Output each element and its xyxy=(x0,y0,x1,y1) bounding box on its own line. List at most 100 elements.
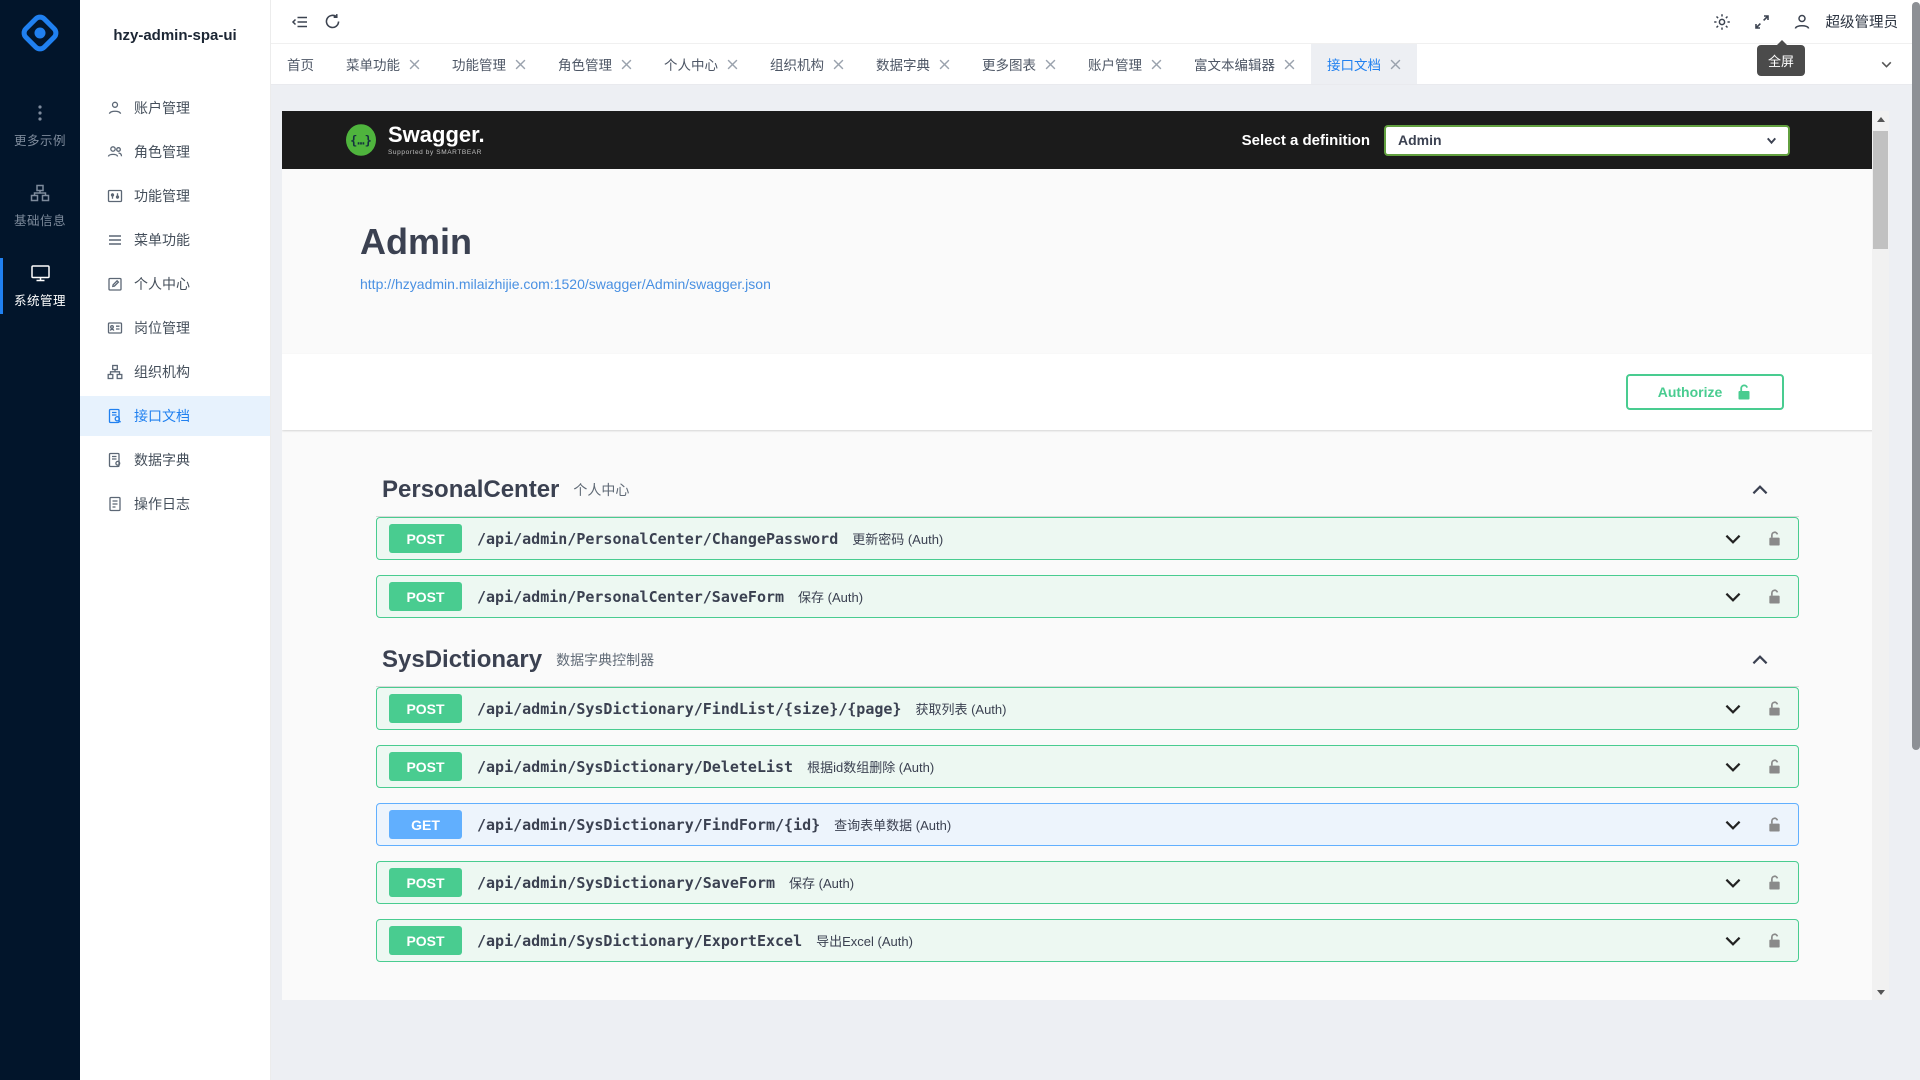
tab-close-icon[interactable] xyxy=(409,59,420,70)
swagger-scrollbar[interactable] xyxy=(1872,111,1889,1000)
tab[interactable]: 功能管理 xyxy=(436,44,542,84)
scroll-down-arrow-icon[interactable] xyxy=(1872,984,1889,1000)
api-tag-header[interactable]: PersonalCenter个人中心 xyxy=(376,476,1799,517)
tab[interactable]: 首页 xyxy=(271,44,330,84)
settings-icon[interactable] xyxy=(1706,6,1738,38)
fullscreen-tooltip: 全屏 xyxy=(1757,45,1805,76)
current-user-name[interactable]: 超级管理员 xyxy=(1826,11,1899,32)
tab[interactable]: 角色管理 xyxy=(542,44,648,84)
sidebar-item[interactable]: 数据字典 xyxy=(80,440,270,480)
endpoint-row[interactable]: POST/api/admin/PersonalCenter/SaveForm保存… xyxy=(376,575,1799,618)
user-icon[interactable] xyxy=(1786,6,1818,38)
tab-close-icon[interactable] xyxy=(833,59,844,70)
endpoint-summary: 根据id数组删除 (Auth) xyxy=(807,757,934,776)
collapse-section-icon[interactable] xyxy=(1749,479,1771,501)
rail-item-label: 基础信息 xyxy=(14,210,66,229)
tab-close-icon[interactable] xyxy=(1151,59,1162,70)
endpoint-row[interactable]: POST/api/admin/SysDictionary/FindList/{s… xyxy=(376,687,1799,730)
tab[interactable]: 账户管理 xyxy=(1072,44,1178,84)
sidebar-item[interactable]: 接口文档 xyxy=(80,396,270,436)
sidebar-item[interactable]: 菜单功能 xyxy=(80,220,270,260)
endpoint-path: /api/admin/PersonalCenter/SaveForm xyxy=(477,588,784,606)
rail-item[interactable]: 基础信息 xyxy=(0,166,80,246)
scroll-up-arrow-icon[interactable] xyxy=(1872,111,1889,127)
tag-name: PersonalCenter xyxy=(382,476,559,504)
sidebar-item-label: 岗位管理 xyxy=(134,318,190,338)
expand-endpoint-icon[interactable] xyxy=(1722,756,1744,778)
expand-endpoint-icon[interactable] xyxy=(1722,930,1744,952)
auth-lock-icon[interactable] xyxy=(1767,588,1782,605)
http-method-badge: POST xyxy=(389,694,462,723)
tab[interactable]: 数据字典 xyxy=(860,44,966,84)
expand-endpoint-icon[interactable] xyxy=(1722,528,1744,550)
expand-endpoint-icon[interactable] xyxy=(1722,814,1744,836)
auth-lock-icon[interactable] xyxy=(1767,932,1782,949)
sidebar-item[interactable]: 岗位管理 xyxy=(80,308,270,348)
endpoint-summary: 更新密码 (Auth) xyxy=(852,529,943,548)
chevron-down-icon xyxy=(1765,134,1778,147)
definition-select[interactable]: Admin xyxy=(1384,125,1790,156)
tab-label: 功能管理 xyxy=(452,54,506,74)
app-logo[interactable] xyxy=(0,0,80,66)
tab-close-icon[interactable] xyxy=(515,59,526,70)
tab-close-icon[interactable] xyxy=(939,59,950,70)
endpoint-row[interactable]: POST/api/admin/PersonalCenter/ChangePass… xyxy=(376,517,1799,560)
tab-close-icon[interactable] xyxy=(1284,59,1295,70)
endpoint-row[interactable]: POST/api/admin/SysDictionary/SaveForm保存 … xyxy=(376,861,1799,904)
definition-selected-value: Admin xyxy=(1398,132,1442,148)
page-scrollbar-thumb[interactable] xyxy=(1912,2,1920,750)
sidebar-item-label: 个人中心 xyxy=(134,274,190,294)
tab-close-icon[interactable] xyxy=(727,59,738,70)
tab[interactable]: 更多图表 xyxy=(966,44,1072,84)
tabs-overflow-button[interactable] xyxy=(1879,44,1894,85)
log-icon xyxy=(107,496,123,512)
expand-endpoint-icon[interactable] xyxy=(1722,586,1744,608)
sidebar-item[interactable]: 账户管理 xyxy=(80,88,270,128)
auth-lock-icon[interactable] xyxy=(1767,816,1782,833)
tab-close-icon[interactable] xyxy=(1045,59,1056,70)
endpoint-row[interactable]: POST/api/admin/SysDictionary/DeleteList根… xyxy=(376,745,1799,788)
endpoint-row[interactable]: POST/api/admin/SysDictionary/ExportExcel… xyxy=(376,919,1799,962)
auth-lock-icon[interactable] xyxy=(1767,700,1782,717)
org-icon xyxy=(107,364,123,380)
auth-lock-icon[interactable] xyxy=(1767,874,1782,891)
tag-description: 数据字典控制器 xyxy=(556,650,654,670)
tab[interactable]: 个人中心 xyxy=(648,44,754,84)
api-tag-header[interactable]: SysDictionary数据字典控制器 xyxy=(376,646,1799,687)
auth-lock-icon[interactable] xyxy=(1767,758,1782,775)
sidebar-item[interactable]: 个人中心 xyxy=(80,264,270,304)
sidebar-item[interactable]: 功能管理 xyxy=(80,176,270,216)
refresh-icon[interactable] xyxy=(316,6,348,38)
tab[interactable]: 组织机构 xyxy=(754,44,860,84)
sidebar-item-label: 角色管理 xyxy=(134,142,190,162)
authorize-button[interactable]: Authorize xyxy=(1626,374,1784,410)
expand-endpoint-icon[interactable] xyxy=(1722,872,1744,894)
sidebar-item-label: 功能管理 xyxy=(134,186,190,206)
tabbar: 首页菜单功能功能管理 角色管理个人中心组织机构数据字典更多图表账户管理富文本编辑器… xyxy=(271,44,1920,85)
rail-item[interactable]: 更多示例 xyxy=(0,86,80,166)
http-method-badge: GET xyxy=(389,810,462,839)
expand-endpoint-icon[interactable] xyxy=(1722,698,1744,720)
tab[interactable]: 接口文档 xyxy=(1311,44,1417,84)
tab-close-icon[interactable] xyxy=(621,59,632,70)
sidebar-item[interactable]: 操作日志 xyxy=(80,484,270,524)
sidebar-item[interactable]: 组织机构 xyxy=(80,352,270,392)
rail-item[interactable]: 系统管理 xyxy=(0,246,80,326)
unlocked-icon xyxy=(1736,383,1752,401)
auth-lock-icon[interactable] xyxy=(1767,530,1782,547)
swagger-logo[interactable]: {…} Swagger. Supported by SMARTBEAR xyxy=(344,123,485,157)
tab[interactable]: 富文本编辑器 xyxy=(1178,44,1311,84)
collapse-sidebar-icon[interactable] xyxy=(284,6,316,38)
team-icon xyxy=(107,144,123,160)
tab-close-icon[interactable] xyxy=(1390,59,1401,70)
sidebar-item[interactable]: 角色管理 xyxy=(80,132,270,172)
http-method-badge: POST xyxy=(389,926,462,955)
page-scrollbar[interactable] xyxy=(1912,0,1920,1080)
tab[interactable]: 菜单功能 xyxy=(330,44,436,84)
collapse-section-icon[interactable] xyxy=(1749,649,1771,671)
fullscreen-icon[interactable] xyxy=(1746,6,1778,38)
swagger-scrollbar-thumb[interactable] xyxy=(1873,131,1888,249)
spec-url-link[interactable]: http://hzyadmin.milaizhijie.com:1520/swa… xyxy=(360,276,771,292)
endpoint-row[interactable]: GET/api/admin/SysDictionary/FindForm/{id… xyxy=(376,803,1799,846)
swagger-brand-text: Swagger. xyxy=(388,124,485,146)
